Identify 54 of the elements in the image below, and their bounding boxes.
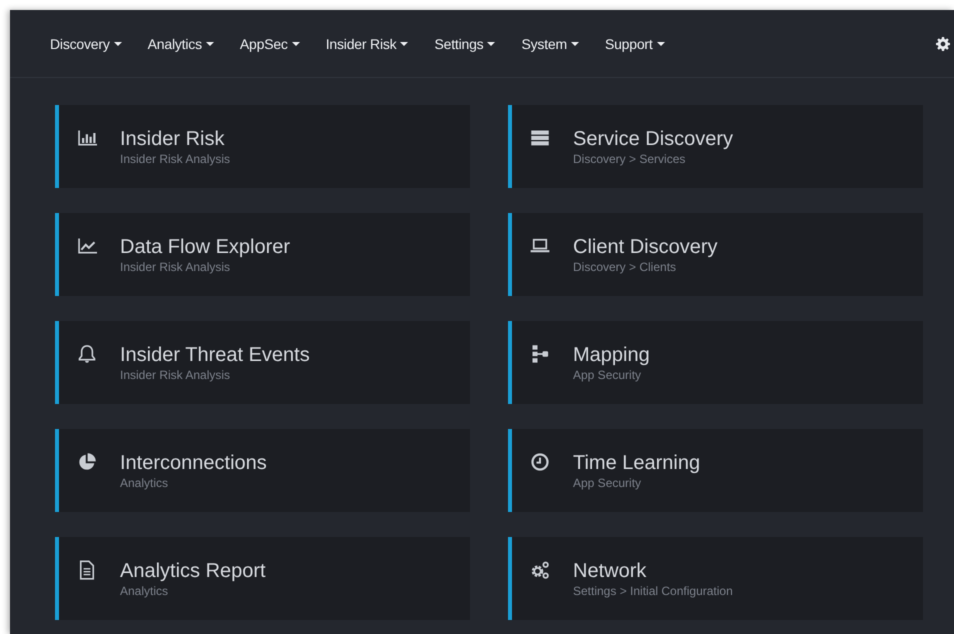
gears-icon bbox=[530, 560, 550, 580]
caret-icon bbox=[114, 42, 122, 46]
dashboard-card[interactable]: Client Discovery Discovery > Clients bbox=[508, 213, 923, 296]
card-subtitle: Discovery > Services bbox=[573, 152, 686, 166]
card-title: Network bbox=[573, 558, 648, 582]
card-subtitle: Insider Risk Analysis bbox=[120, 368, 232, 382]
dashboard-card[interactable]: Interconnections Analytics bbox=[55, 429, 470, 512]
card-title: Client Discovery bbox=[573, 234, 718, 258]
dashboard-card[interactable]: Time Learning App Security bbox=[508, 429, 923, 512]
nav-menu[interactable]: Discovery bbox=[48, 30, 124, 58]
dashboard-card[interactable]: Insider Threat Events Insider Risk Analysis bbox=[55, 321, 470, 404]
settings-icon bbox=[936, 36, 950, 50]
caret-icon bbox=[400, 42, 408, 46]
bar-chart-icon bbox=[77, 128, 97, 148]
card-title: Time Learning bbox=[573, 450, 700, 474]
card-subtitle: Insider Risk Analysis bbox=[120, 152, 230, 166]
caret-icon bbox=[292, 42, 300, 46]
hierarchy-icon bbox=[530, 344, 550, 364]
card-title: Analytics Report bbox=[120, 558, 266, 582]
caret-icon bbox=[206, 42, 214, 46]
card-subtitle: Discovery > Clients bbox=[573, 260, 678, 274]
nav-menu[interactable]: Settings bbox=[432, 30, 498, 58]
caret-icon bbox=[570, 42, 579, 46]
card-subtitle: Analytics bbox=[120, 476, 170, 490]
card-subtitle: Analytics bbox=[120, 584, 170, 598]
line-chart-icon bbox=[77, 236, 97, 256]
dashboard-card[interactable]: Mapping App Security bbox=[508, 321, 923, 404]
card-subtitle: Settings > Initial Configuration bbox=[573, 584, 733, 598]
clock-icon bbox=[530, 452, 550, 472]
nav-menu[interactable]: Support bbox=[602, 30, 667, 58]
server-icon bbox=[530, 128, 550, 148]
card-title: Insider Risk bbox=[120, 126, 226, 150]
dashboard-card[interactable]: Analytics Report Analytics bbox=[55, 537, 470, 620]
caret-icon bbox=[656, 42, 665, 46]
dashboard-card[interactable]: Insider Risk Insider Risk Analysis bbox=[55, 105, 470, 188]
dashboard-card[interactable]: Service Discovery Discovery > Services bbox=[508, 105, 923, 188]
card-title: Mapping bbox=[573, 342, 650, 366]
dashboard-card[interactable]: Data Flow Explorer Insider Risk Analysis bbox=[55, 213, 470, 296]
pie-chart-icon bbox=[77, 452, 97, 472]
caret-icon bbox=[487, 42, 496, 46]
card-title: Data Flow Explorer bbox=[120, 234, 290, 258]
nav-menu[interactable]: Insider Risk bbox=[324, 30, 410, 58]
card-subtitle: Insider Risk Analysis bbox=[120, 260, 232, 274]
dashboard-card[interactable]: Network Settings > Initial Configuration bbox=[508, 537, 923, 620]
card-title: Interconnections bbox=[120, 450, 267, 474]
card-subtitle: App Security bbox=[573, 368, 642, 382]
nav-menu[interactable]: AppSec bbox=[238, 30, 302, 58]
nav-menu[interactable]: System bbox=[519, 30, 581, 58]
nav-menu[interactable]: Analytics bbox=[146, 30, 216, 58]
card-title: Service Discovery bbox=[573, 126, 734, 150]
document-icon bbox=[77, 560, 97, 580]
bell-icon bbox=[77, 344, 97, 364]
card-subtitle: App Security bbox=[573, 476, 642, 490]
card-title: Insider Threat Events bbox=[120, 342, 310, 366]
